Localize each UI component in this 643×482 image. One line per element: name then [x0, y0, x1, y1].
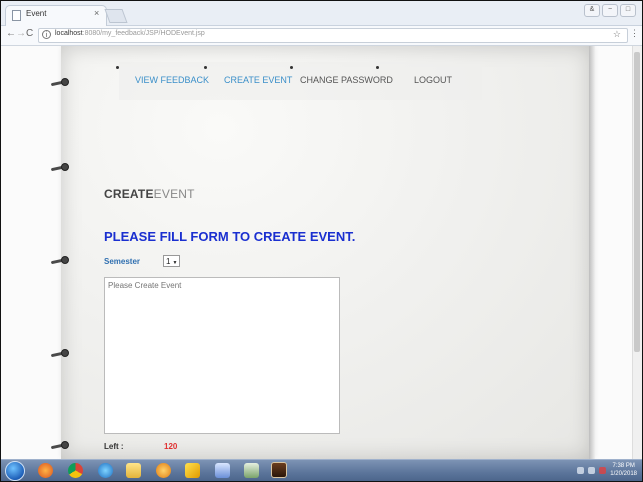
menu-dot — [116, 66, 119, 69]
info-icon[interactable]: i — [42, 30, 51, 39]
tab-event[interactable]: Event × — [5, 5, 107, 26]
nav-logout[interactable]: LOGOUT — [414, 75, 452, 85]
binder-ring — [50, 78, 73, 90]
chars-left-count: 120 — [164, 442, 178, 451]
app-icon[interactable] — [244, 463, 259, 478]
page-icon — [12, 10, 21, 21]
browser-menu-icon[interactable]: ⋮ — [630, 28, 639, 39]
media-player-icon[interactable] — [156, 463, 171, 478]
menu-dot — [204, 66, 207, 69]
clock-date: 1/20/2018 — [610, 471, 637, 477]
scrollbar-thumb[interactable] — [634, 52, 640, 352]
flag-icon[interactable] — [599, 466, 607, 474]
binder-ring — [50, 349, 73, 361]
page-viewport: VIEW FEEDBACK CREATE EVENT CHANGE PASSWO… — [1, 46, 642, 459]
minimize-button[interactable]: − — [602, 4, 618, 17]
binder-ring — [50, 441, 73, 453]
form-heading: PLEASE FILL FORM TO CREATE EVENT. — [104, 229, 356, 244]
page-scrollbar[interactable] — [632, 46, 642, 459]
browser-window: Event × & − □ ← → C i localhost:8080/my_… — [0, 0, 643, 482]
url-path: :8080/my_feedback/JSP/HODEvent.jsp — [82, 30, 205, 37]
window-controls: & − □ — [584, 4, 636, 17]
menu-dot — [290, 66, 293, 69]
system-tray: 7:38 PM 1/20/2018 — [577, 462, 637, 478]
windows-taskbar: 7:38 PM 1/20/2018 — [1, 459, 642, 481]
start-button[interactable] — [5, 461, 25, 481]
url-text: localhost:8080/my_feedback/JSP/HODEvent.… — [55, 30, 205, 37]
event-textarea[interactable] — [104, 277, 340, 434]
taskbar-clock[interactable]: 7:38 PM 1/20/2018 — [610, 462, 637, 478]
chevron-down-icon: ▼ — [172, 260, 178, 266]
nav-change-password[interactable]: CHANGE PASSWORD — [300, 75, 393, 85]
internet-explorer-icon[interactable] — [98, 463, 113, 478]
menu-dot — [376, 66, 379, 69]
back-button[interactable]: ← — [6, 28, 16, 39]
clock-time: 7:38 PM — [612, 463, 635, 469]
paper-edge — [589, 46, 595, 459]
url-host: localhost — [55, 30, 83, 37]
document-icon[interactable] — [215, 463, 230, 478]
nav-view-feedback[interactable]: VIEW FEEDBACK — [135, 75, 209, 85]
close-icon[interactable]: × — [94, 8, 99, 18]
page-title: CREATEEVENT — [104, 187, 195, 201]
firefox-icon[interactable] — [38, 463, 53, 478]
editor-icon[interactable] — [185, 463, 200, 478]
top-navigation: VIEW FEEDBACK CREATE EVENT CHANGE PASSWO… — [116, 62, 482, 100]
reload-button[interactable]: C — [26, 28, 33, 39]
nav-create-event[interactable]: CREATE EVENT — [224, 75, 292, 85]
browser-toolbar: ← → C i localhost:8080/my_feedback/JSP/H… — [1, 26, 642, 46]
server-app-icon[interactable] — [271, 462, 287, 478]
semester-select[interactable]: 1 ▼ — [163, 255, 180, 267]
maximize-button[interactable]: □ — [620, 4, 636, 17]
forward-button[interactable]: → — [16, 28, 26, 39]
new-tab-button[interactable] — [104, 9, 128, 23]
chars-left-label: Left : — [104, 442, 124, 451]
page-title-light: EVENT — [153, 187, 195, 201]
semester-label: Semester — [104, 257, 141, 266]
bookmark-star-icon[interactable]: ☆ — [613, 29, 621, 40]
tab-strip: Event × & − □ — [1, 1, 642, 26]
file-explorer-icon[interactable] — [126, 463, 141, 478]
semester-value: 1 — [166, 257, 171, 266]
chrome-icon[interactable] — [68, 463, 83, 478]
network-icon[interactable] — [588, 466, 596, 474]
address-bar[interactable]: i localhost:8080/my_feedback/JSP/HODEven… — [38, 28, 628, 43]
user-button[interactable]: & — [584, 4, 600, 17]
page-title-bold: CREATE — [104, 187, 154, 201]
tab-title: Event — [26, 9, 47, 18]
binder-ring — [50, 163, 73, 175]
binder-ring — [50, 256, 73, 268]
tray-arrow-icon[interactable] — [577, 466, 585, 474]
